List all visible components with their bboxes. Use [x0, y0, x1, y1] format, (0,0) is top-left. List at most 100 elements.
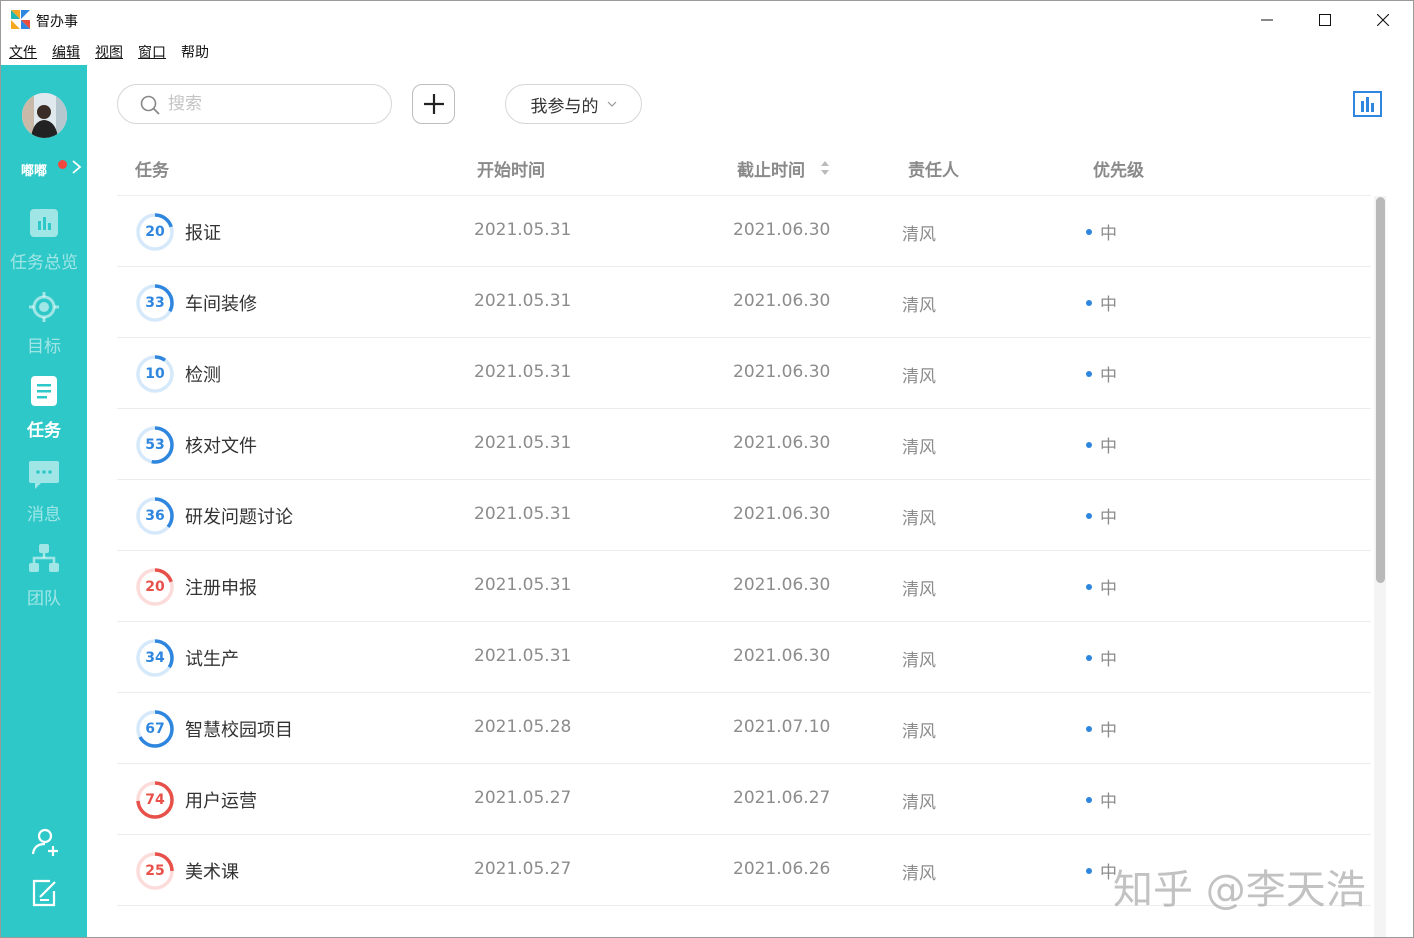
- avatar[interactable]: [22, 93, 67, 138]
- start-date: 2021.05.31: [474, 362, 572, 382]
- owner-name: 清风: [902, 793, 936, 813]
- priority-label: 中: [1100, 650, 1117, 670]
- menu-help[interactable]: 帮助: [181, 42, 209, 62]
- maximize-icon: [1319, 14, 1331, 26]
- priority-label: 中: [1100, 508, 1117, 528]
- title-bar: 智办事: [1, 1, 1413, 39]
- task-name[interactable]: 检测: [185, 361, 221, 387]
- sidebar-item-label: 消息: [27, 505, 61, 525]
- task-name[interactable]: 核对文件: [185, 432, 257, 458]
- end-date: 2021.06.27: [733, 788, 831, 808]
- priority-label: 中: [1100, 579, 1117, 599]
- user-name[interactable]: 嘟嘟: [21, 160, 47, 179]
- column-header-end[interactable]: 截止时间: [737, 156, 805, 181]
- column-header-owner: 责任人: [908, 161, 959, 181]
- task-name[interactable]: 智慧校园项目: [185, 716, 293, 742]
- progress-value: 25: [145, 863, 165, 879]
- owner-name: 清风: [902, 367, 936, 387]
- table-row[interactable]: 67 智慧校园项目 2021.05.28 2021.07.10 清风 中: [117, 693, 1371, 764]
- sidebar-item-goals[interactable]: 目标: [1, 292, 87, 362]
- table-row[interactable]: 33 车间装修 2021.05.31 2021.06.30 清风 中: [117, 267, 1371, 338]
- table-row[interactable]: 20 报证 2021.05.31 2021.06.30 清风 中: [117, 196, 1371, 267]
- start-date: 2021.05.31: [474, 646, 572, 666]
- end-date: 2021.06.26: [733, 859, 831, 879]
- task-name[interactable]: 注册申报: [185, 574, 257, 600]
- notification-dot: [58, 160, 67, 169]
- table-row[interactable]: 53 核对文件 2021.05.31 2021.06.30 清风 中: [117, 409, 1371, 480]
- owner-name: 清风: [902, 722, 936, 742]
- end-date: 2021.06.30: [733, 433, 831, 453]
- table-row[interactable]: 20 注册申报 2021.05.31 2021.06.30 清风 中: [117, 551, 1371, 622]
- priority-dot-icon: [1086, 867, 1092, 874]
- owner-name: 清风: [902, 225, 936, 245]
- task-name[interactable]: 用户运营: [185, 787, 257, 813]
- task-name[interactable]: 美术课: [185, 858, 239, 884]
- task-name[interactable]: 车间装修: [185, 290, 257, 316]
- table-row[interactable]: 34 试生产 2021.05.31 2021.06.30 清风 中: [117, 622, 1371, 693]
- edit-icon[interactable]: [30, 878, 60, 908]
- table-row[interactable]: 74 用户运营 2021.05.27 2021.06.27 清风 中: [117, 764, 1371, 835]
- priority-label: 中: [1100, 224, 1117, 244]
- filter-label: 我参与的: [530, 96, 599, 117]
- chevron-right-icon[interactable]: [69, 159, 83, 175]
- start-date: 2021.05.31: [474, 433, 572, 453]
- owner-name: 清风: [902, 864, 936, 884]
- table-row[interactable]: 36 研发问题讨论 2021.05.31 2021.06.30 清风 中: [117, 480, 1371, 551]
- start-date: 2021.05.27: [474, 788, 572, 808]
- menu-window[interactable]: 窗口: [138, 42, 166, 62]
- priority-cell: 中: [1086, 574, 1117, 599]
- progress-value: 34: [145, 650, 165, 666]
- table-row[interactable]: 10 检测 2021.05.31 2021.06.30 清风 中: [117, 338, 1371, 409]
- minimize-button[interactable]: [1238, 1, 1296, 39]
- maximize-button[interactable]: [1296, 1, 1354, 39]
- end-date: 2021.07.10: [733, 717, 831, 737]
- menu-file[interactable]: 文件: [9, 42, 37, 62]
- close-button[interactable]: [1354, 1, 1412, 39]
- menu-view[interactable]: 视图: [95, 42, 123, 62]
- add-user-icon[interactable]: [30, 827, 60, 857]
- priority-label: 中: [1100, 295, 1117, 315]
- priority-dot-icon: [1086, 583, 1092, 590]
- end-date: 2021.06.30: [733, 575, 831, 595]
- search-box[interactable]: [117, 84, 392, 124]
- menu-edit[interactable]: 编辑: [52, 42, 80, 62]
- progress-value: 74: [145, 792, 165, 808]
- progress-value: 36: [145, 508, 165, 524]
- target-icon: [29, 292, 59, 322]
- end-date: 2021.06.30: [733, 220, 831, 240]
- close-icon: [1377, 14, 1389, 26]
- scrollbar-thumb[interactable]: [1376, 197, 1385, 583]
- priority-label: 中: [1100, 863, 1117, 883]
- sidebar-item-team[interactable]: 团队: [1, 544, 87, 614]
- sort-icon[interactable]: [820, 158, 830, 178]
- table-row[interactable]: 25 美术课 2021.05.27 2021.06.26 清风 中: [117, 835, 1371, 906]
- search-input[interactable]: [168, 92, 368, 116]
- statistics-chart-icon[interactable]: [1353, 91, 1382, 117]
- priority-cell: 中: [1086, 432, 1117, 457]
- priority-cell: 中: [1086, 858, 1117, 883]
- window-title: 智办事: [36, 14, 78, 30]
- sidebar-item-messages[interactable]: 消息: [1, 460, 87, 530]
- task-name[interactable]: 试生产: [185, 645, 239, 671]
- priority-dot-icon: [1086, 370, 1092, 377]
- add-task-button[interactable]: [412, 84, 455, 124]
- task-name[interactable]: 报证: [185, 219, 221, 245]
- priority-cell: 中: [1086, 787, 1117, 812]
- participation-filter-dropdown[interactable]: 我参与的: [505, 84, 642, 124]
- sidebar-item-tasks[interactable]: 任务: [1, 376, 87, 446]
- chevron-down-icon: [607, 101, 616, 107]
- priority-cell: 中: [1086, 290, 1117, 315]
- table-row[interactable]: [117, 906, 1371, 937]
- sidebar-item-label: 目标: [27, 337, 61, 357]
- sidebar-item-overview[interactable]: 任务总览: [1, 208, 87, 278]
- message-icon: [29, 460, 59, 490]
- search-icon: [140, 95, 160, 115]
- minimize-icon: [1261, 19, 1273, 21]
- priority-dot-icon: [1086, 441, 1092, 448]
- priority-cell: 中: [1086, 716, 1117, 741]
- owner-name: 清风: [902, 651, 936, 671]
- priority-dot-icon: [1086, 654, 1092, 661]
- column-header-task: 任务: [135, 161, 169, 181]
- end-date: 2021.06.30: [733, 646, 831, 666]
- task-name[interactable]: 研发问题讨论: [185, 503, 293, 529]
